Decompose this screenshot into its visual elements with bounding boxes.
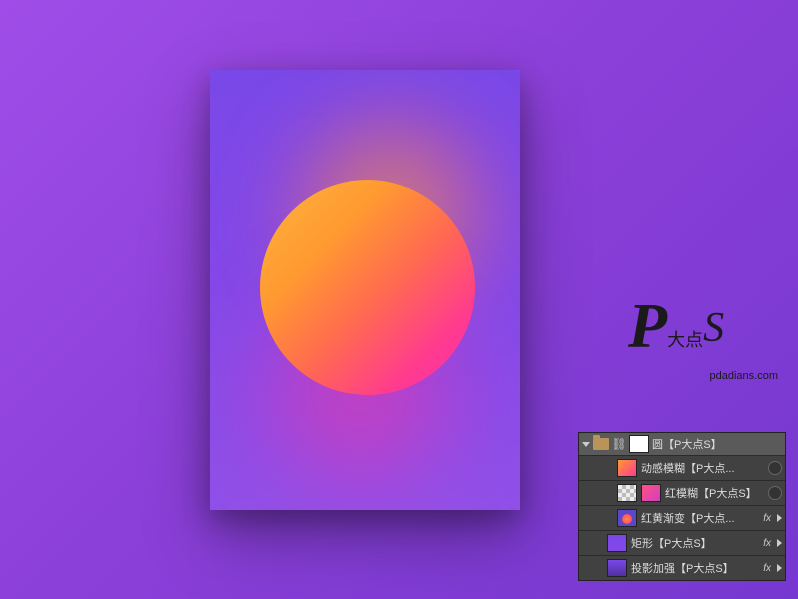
group-mask-thumb[interactable] <box>629 435 649 453</box>
layer-label: 投影加强【P大点S】 <box>631 560 757 576</box>
layers-panel[interactable]: ⛓ 圆【P大点S】 动感模糊【P大点... 红模糊【P大点S】 红黄渐变【P大点… <box>578 432 786 581</box>
layer-thumb[interactable] <box>607 559 627 577</box>
layer-thumb[interactable] <box>617 459 637 477</box>
layer-label: 红黄渐变【P大点... <box>641 510 757 526</box>
fx-badge[interactable]: fx <box>761 563 773 574</box>
layer-label: 动感模糊【P大点... <box>641 460 764 476</box>
link-icon[interactable]: ⛓ <box>612 437 626 451</box>
visibility-toggle[interactable] <box>768 461 782 475</box>
watermark-url: pdadians.com <box>710 370 779 382</box>
collapse-icon[interactable] <box>582 442 590 447</box>
layer-row[interactable]: 投影加强【P大点S】 fx <box>579 555 785 580</box>
layer-label: 矩形【P大点S】 <box>631 535 757 551</box>
layer-thumb[interactable] <box>617 484 637 502</box>
fx-expand-icon[interactable] <box>777 539 782 547</box>
layer-label: 红模糊【P大点S】 <box>665 485 764 501</box>
fx-expand-icon[interactable] <box>777 514 782 522</box>
artwork-canvas <box>210 70 520 510</box>
layer-row[interactable]: 矩形【P大点S】 fx <box>579 530 785 555</box>
layer-mask-thumb[interactable] <box>641 484 661 502</box>
layer-row[interactable]: 红黄渐变【P大点... fx <box>579 505 785 530</box>
group-label: 圆【P大点S】 <box>652 436 782 452</box>
layer-thumb[interactable] <box>607 534 627 552</box>
watermark-logo: P大点S pdadians.com <box>628 300 778 370</box>
watermark-dots: 大点 <box>667 326 703 352</box>
layer-row[interactable]: 动感模糊【P大点... <box>579 455 785 480</box>
fx-expand-icon[interactable] <box>777 564 782 572</box>
layer-row[interactable]: 红模糊【P大点S】 <box>579 480 785 505</box>
fx-badge[interactable]: fx <box>761 538 773 549</box>
layer-group-header[interactable]: ⛓ 圆【P大点S】 <box>579 433 785 455</box>
watermark-p: P <box>628 300 667 351</box>
gradient-circle <box>260 180 475 395</box>
fx-badge[interactable]: fx <box>761 513 773 524</box>
folder-icon <box>593 438 609 450</box>
watermark-s: S <box>703 304 724 352</box>
visibility-toggle[interactable] <box>768 486 782 500</box>
layer-thumb[interactable] <box>617 509 637 527</box>
